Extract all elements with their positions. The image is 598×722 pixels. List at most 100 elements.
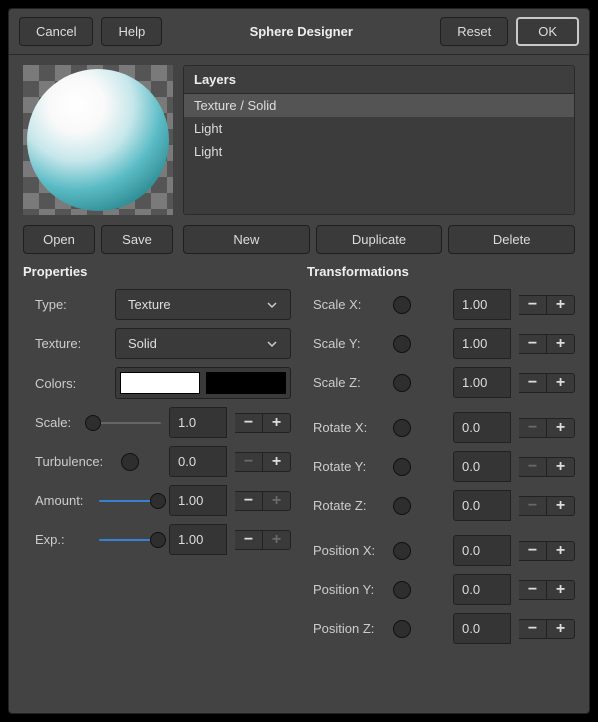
type-value: Texture bbox=[128, 297, 171, 312]
turbulence-label: Turbulence: bbox=[35, 454, 113, 469]
scale-label: Scale: bbox=[35, 415, 81, 430]
scale-x-decrement[interactable]: − bbox=[519, 295, 547, 315]
new-button[interactable]: New bbox=[183, 225, 310, 254]
rotate-x-label: Rotate X: bbox=[313, 420, 385, 435]
texture-combo[interactable]: Solid bbox=[115, 328, 291, 359]
exp-decrement[interactable]: − bbox=[235, 530, 263, 550]
scale-x-knob[interactable] bbox=[393, 296, 411, 314]
reset-button[interactable]: Reset bbox=[440, 17, 508, 46]
transformations-title: Transformations bbox=[307, 264, 575, 279]
scale-x-increment[interactable]: + bbox=[547, 295, 575, 315]
scale-z-decrement[interactable]: − bbox=[519, 373, 547, 393]
exp-slider[interactable] bbox=[99, 539, 161, 541]
rotate-y-input[interactable]: 0.0 bbox=[453, 451, 511, 482]
rotate-z-input[interactable]: 0.0 bbox=[453, 490, 511, 521]
rotate-z-decrement: − bbox=[519, 496, 547, 516]
position-x-decrement[interactable]: − bbox=[519, 541, 547, 561]
scale-z-increment[interactable]: + bbox=[547, 373, 575, 393]
transformations-panel: Transformations Scale X:1.00−+Scale Y:1.… bbox=[307, 264, 575, 652]
scale-slider[interactable] bbox=[89, 422, 161, 424]
chevron-down-icon bbox=[266, 338, 278, 350]
color-swatch-1[interactable] bbox=[120, 372, 200, 394]
colors-box bbox=[115, 367, 291, 399]
properties-panel: Properties Type: Texture Texture: Solid bbox=[23, 264, 291, 652]
turbulence-decrement: − bbox=[235, 452, 263, 472]
rotate-x-decrement: − bbox=[519, 418, 547, 438]
rotate-x-knob[interactable] bbox=[393, 419, 411, 437]
rotate-y-label: Rotate Y: bbox=[313, 459, 385, 474]
layer-row[interactable]: Light bbox=[184, 140, 574, 163]
scale-x-input[interactable]: 1.00 bbox=[453, 289, 511, 320]
layer-row[interactable]: Light bbox=[184, 117, 574, 140]
rotate-y-knob[interactable] bbox=[393, 458, 411, 476]
position-z-knob[interactable] bbox=[393, 620, 411, 638]
turbulence-increment[interactable]: + bbox=[263, 452, 291, 472]
position-z-decrement[interactable]: − bbox=[519, 619, 547, 639]
rotate-x-increment[interactable]: + bbox=[547, 418, 575, 438]
scale-y-label: Scale Y: bbox=[313, 336, 385, 351]
layers-header: Layers bbox=[184, 66, 574, 94]
cancel-button[interactable]: Cancel bbox=[19, 17, 93, 46]
open-button[interactable]: Open bbox=[23, 225, 95, 254]
type-label: Type: bbox=[35, 297, 107, 312]
scale-z-knob[interactable] bbox=[393, 374, 411, 392]
delete-button[interactable]: Delete bbox=[448, 225, 575, 254]
position-y-knob[interactable] bbox=[393, 581, 411, 599]
rotate-y-increment[interactable]: + bbox=[547, 457, 575, 477]
sphere-preview bbox=[27, 69, 169, 211]
scale-decrement[interactable]: − bbox=[235, 413, 263, 433]
position-y-increment[interactable]: + bbox=[547, 580, 575, 600]
exp-increment: + bbox=[263, 530, 291, 550]
scale-z-input[interactable]: 1.00 bbox=[453, 367, 511, 398]
sphere-designer-dialog: Cancel Help Sphere Designer Reset OK Lay… bbox=[8, 8, 590, 714]
scale-y-input[interactable]: 1.00 bbox=[453, 328, 511, 359]
scale-y-knob[interactable] bbox=[393, 335, 411, 353]
amount-input[interactable]: 1.00 bbox=[169, 485, 227, 516]
turbulence-knob[interactable] bbox=[121, 453, 139, 471]
scale-input[interactable]: 1.0 bbox=[169, 407, 227, 438]
duplicate-button[interactable]: Duplicate bbox=[316, 225, 443, 254]
rotate-z-label: Rotate Z: bbox=[313, 498, 385, 513]
color-swatch-2[interactable] bbox=[206, 372, 286, 394]
help-button[interactable]: Help bbox=[101, 17, 162, 46]
position-z-increment[interactable]: + bbox=[547, 619, 575, 639]
scale-increment[interactable]: + bbox=[263, 413, 291, 433]
amount-slider[interactable] bbox=[99, 500, 161, 502]
position-y-label: Position Y: bbox=[313, 582, 385, 597]
position-x-increment[interactable]: + bbox=[547, 541, 575, 561]
scale-z-label: Scale Z: bbox=[313, 375, 385, 390]
scale-y-increment[interactable]: + bbox=[547, 334, 575, 354]
save-button[interactable]: Save bbox=[101, 225, 173, 254]
turbulence-input[interactable]: 0.0 bbox=[169, 446, 227, 477]
titlebar: Cancel Help Sphere Designer Reset OK bbox=[9, 9, 589, 55]
rotate-y-decrement: − bbox=[519, 457, 547, 477]
chevron-down-icon bbox=[266, 299, 278, 311]
position-x-input[interactable]: 0.0 bbox=[453, 535, 511, 566]
position-x-label: Position X: bbox=[313, 543, 385, 558]
properties-title: Properties bbox=[23, 264, 291, 279]
layers-panel: Layers Texture / SolidLightLight bbox=[183, 65, 575, 215]
scale-y-decrement[interactable]: − bbox=[519, 334, 547, 354]
type-combo[interactable]: Texture bbox=[115, 289, 291, 320]
position-y-decrement[interactable]: − bbox=[519, 580, 547, 600]
position-z-input[interactable]: 0.0 bbox=[453, 613, 511, 644]
position-y-input[interactable]: 0.0 bbox=[453, 574, 511, 605]
texture-value: Solid bbox=[128, 336, 157, 351]
rotate-x-input[interactable]: 0.0 bbox=[453, 412, 511, 443]
amount-decrement[interactable]: − bbox=[235, 491, 263, 511]
rotate-z-knob[interactable] bbox=[393, 497, 411, 515]
amount-increment: + bbox=[263, 491, 291, 511]
position-x-knob[interactable] bbox=[393, 542, 411, 560]
layer-row[interactable]: Texture / Solid bbox=[184, 94, 574, 117]
dialog-title: Sphere Designer bbox=[250, 24, 353, 39]
scale-x-label: Scale X: bbox=[313, 297, 385, 312]
exp-label: Exp.: bbox=[35, 532, 91, 547]
exp-input[interactable]: 1.00 bbox=[169, 524, 227, 555]
amount-label: Amount: bbox=[35, 493, 91, 508]
colors-label: Colors: bbox=[35, 376, 107, 391]
preview-area bbox=[23, 65, 173, 215]
ok-button[interactable]: OK bbox=[516, 17, 579, 46]
rotate-z-increment[interactable]: + bbox=[547, 496, 575, 516]
layers-list[interactable]: Texture / SolidLightLight bbox=[184, 94, 574, 214]
texture-label: Texture: bbox=[35, 336, 107, 351]
